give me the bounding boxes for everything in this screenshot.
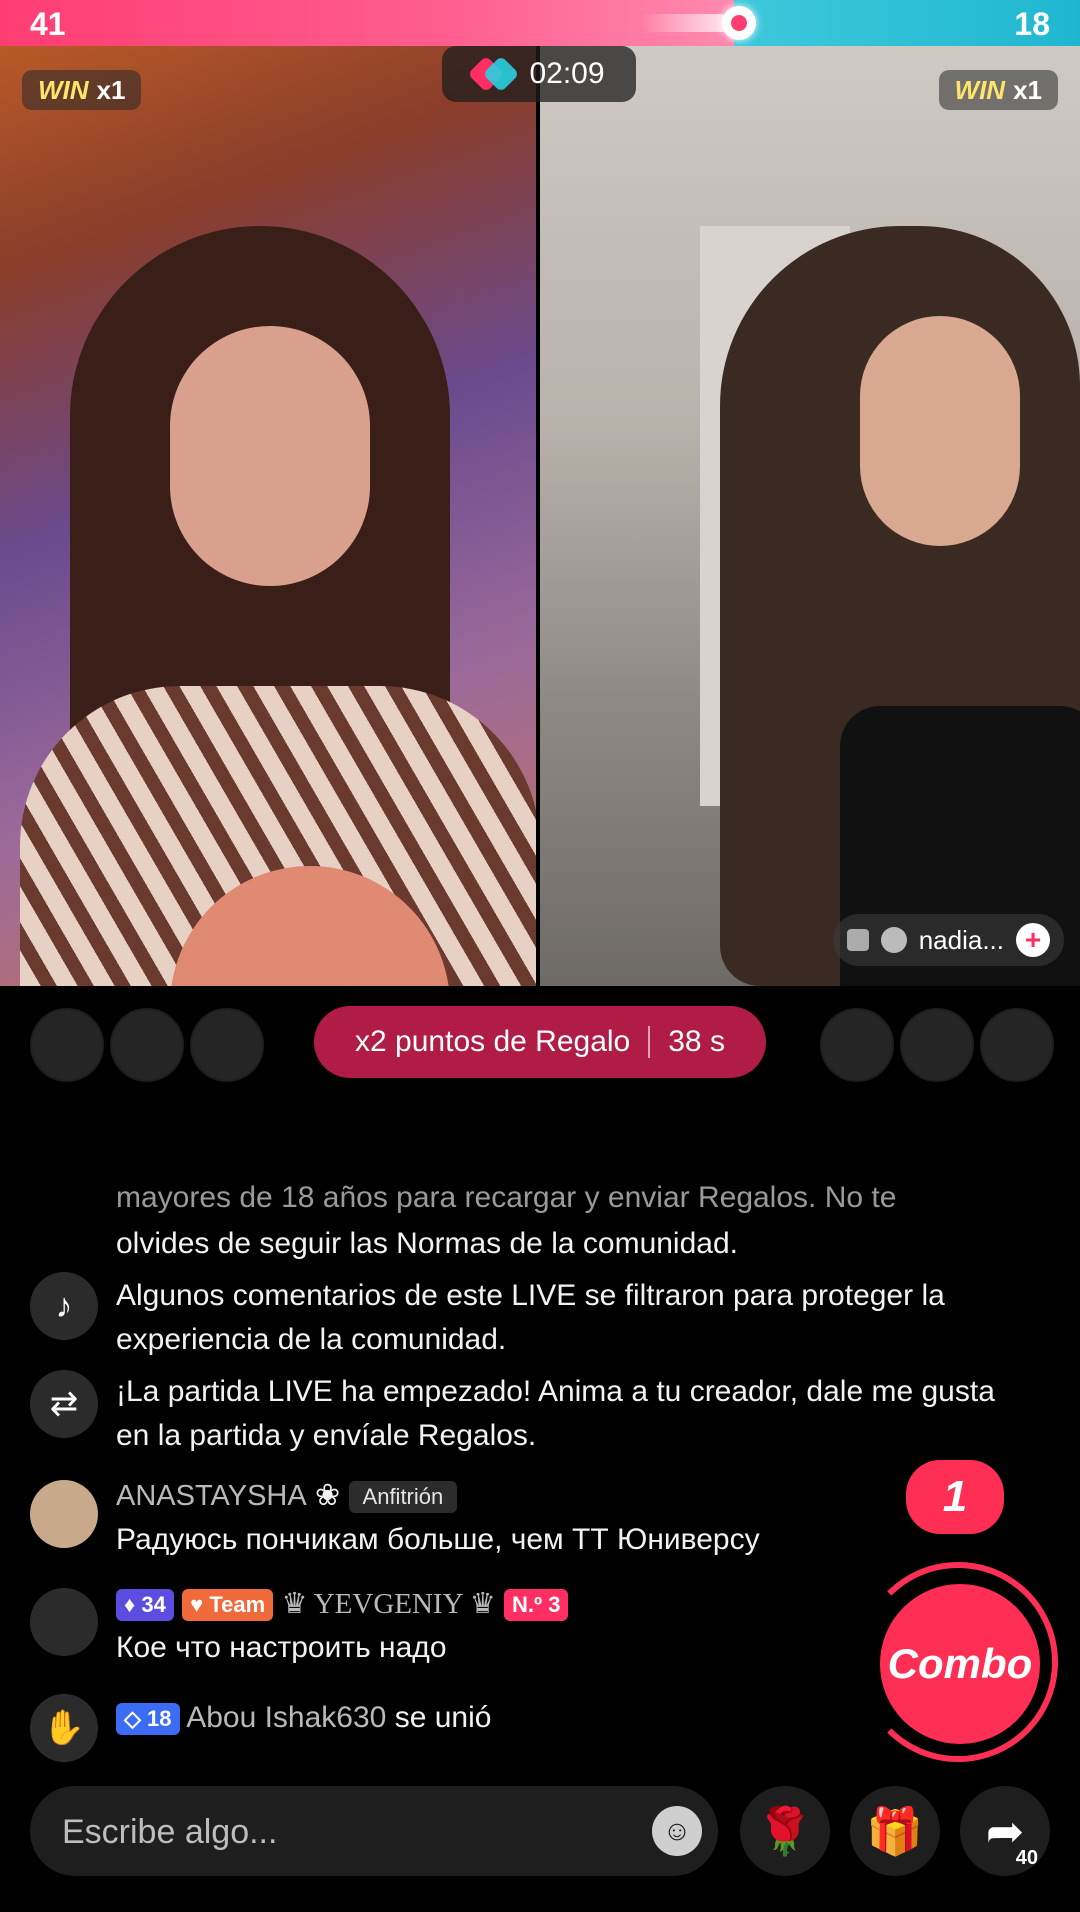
right-host-name: nadia... [918, 924, 1004, 955]
chat-system-message: olvides de seguir las Normas de la comun… [116, 1227, 738, 1260]
join-username[interactable]: Abou Ishak630 [186, 1701, 386, 1734]
right-host-face [860, 316, 1020, 546]
right-score: 18 [1014, 6, 1050, 42]
left-host-face [170, 326, 370, 586]
chat-filter-notice: Algunos comentarios de este LIVE se filt… [116, 1279, 945, 1356]
left-score: 41 [30, 6, 66, 42]
battle-timer: 02:09 [442, 46, 636, 102]
match-icon: ⇄ [30, 1370, 98, 1438]
chat-username[interactable]: ♛ YEVGENIY ♛ [282, 1588, 496, 1620]
team-label: Team [209, 1592, 266, 1618]
right-score-fill: 18 [734, 0, 1080, 46]
timer-value: 02:09 [529, 57, 605, 90]
combo-count-badge: 1 [906, 1460, 1004, 1534]
left-gifter-avatar[interactable] [190, 1008, 264, 1082]
comment-input[interactable] [60, 1806, 624, 1858]
team-badge: ♥ Team [182, 1589, 274, 1622]
tiktok-icon: ♪ [30, 1272, 98, 1340]
right-gifter-avatar[interactable] [980, 1008, 1054, 1082]
right-win-badge: WIN x1 [938, 70, 1058, 110]
battle-videos: WIN x1 WIN x1 nadia... + [0, 46, 1080, 986]
boost-divider [648, 1026, 651, 1058]
score-streak [640, 14, 730, 32]
level-badge: ♦ 34 [116, 1589, 174, 1622]
right-gifter-avatar[interactable] [820, 1008, 894, 1082]
comment-input-bar[interactable]: ☺ [30, 1786, 718, 1876]
rose-icon[interactable]: 🌹 [740, 1786, 830, 1876]
speaker-mute-icon[interactable] [846, 929, 869, 951]
right-host-avatar [880, 927, 907, 953]
score-marker-icon [722, 6, 756, 40]
chat-match-notice: ¡La partida LIVE ha empezado! Anima a tu… [116, 1375, 995, 1452]
join-text: se unió [394, 1701, 492, 1734]
host-badge: Anfitrión [348, 1481, 458, 1514]
left-win-badge: WIN x1 [22, 70, 142, 110]
join-level: 18 [147, 1706, 172, 1732]
chat-message: ANASTAYSHA ❀ Anfitrión [116, 1474, 1036, 1518]
rank-badge: N.º 3 [504, 1589, 569, 1622]
avatar[interactable] [30, 1588, 98, 1656]
plus-icon[interactable]: + [1016, 923, 1050, 957]
gift-boost-banner[interactable]: x2 puntos de Regalo 38 s [314, 1006, 766, 1078]
flower-icon: ❀ [315, 1479, 341, 1512]
left-gifter-avatar[interactable] [110, 1008, 184, 1082]
right-win-mult: x1 [1013, 74, 1042, 105]
top-gifters-row: x2 puntos de Regalo 38 s [0, 1006, 1080, 1082]
chat-username[interactable]: ANASTAYSHA [116, 1480, 307, 1512]
left-gifter-avatar[interactable] [30, 1008, 104, 1082]
level-value: 34 [141, 1592, 166, 1618]
right-gifter-avatar[interactable] [900, 1008, 974, 1082]
gift-icon[interactable]: 🎁 [850, 1786, 940, 1876]
combo-button[interactable]: Combo [880, 1584, 1040, 1744]
boost-label: x2 puntos de Regalo [355, 1025, 631, 1058]
left-host-video[interactable]: WIN x1 [0, 46, 536, 986]
share-button[interactable]: ➦ 40 [960, 1786, 1050, 1876]
wave-icon: ✋ [30, 1694, 98, 1762]
match-icon [473, 59, 515, 89]
right-host-video[interactable]: WIN x1 nadia... + [540, 46, 1080, 986]
right-win-label: WIN [954, 74, 1006, 105]
share-count: 40 [1015, 1847, 1038, 1869]
battle-score-bar: 41 18 [0, 0, 1080, 46]
boost-countdown: 38 s [668, 1025, 725, 1058]
chat-system-message-cut: mayores de 18 años para recargar y envia… [116, 1181, 897, 1214]
avatar[interactable] [30, 1480, 98, 1548]
left-score-fill: 41 [0, 0, 734, 46]
level-badge: ◇ 18 [116, 1703, 180, 1736]
left-win-label: WIN [38, 74, 89, 105]
emoji-icon[interactable]: ☺ [652, 1806, 702, 1856]
left-win-mult: x1 [96, 74, 126, 105]
right-host-tag[interactable]: nadia... + [832, 914, 1064, 966]
chat-message-text: Радуюсь пончикам больше, чем ТТ Юниверсу [116, 1523, 760, 1556]
